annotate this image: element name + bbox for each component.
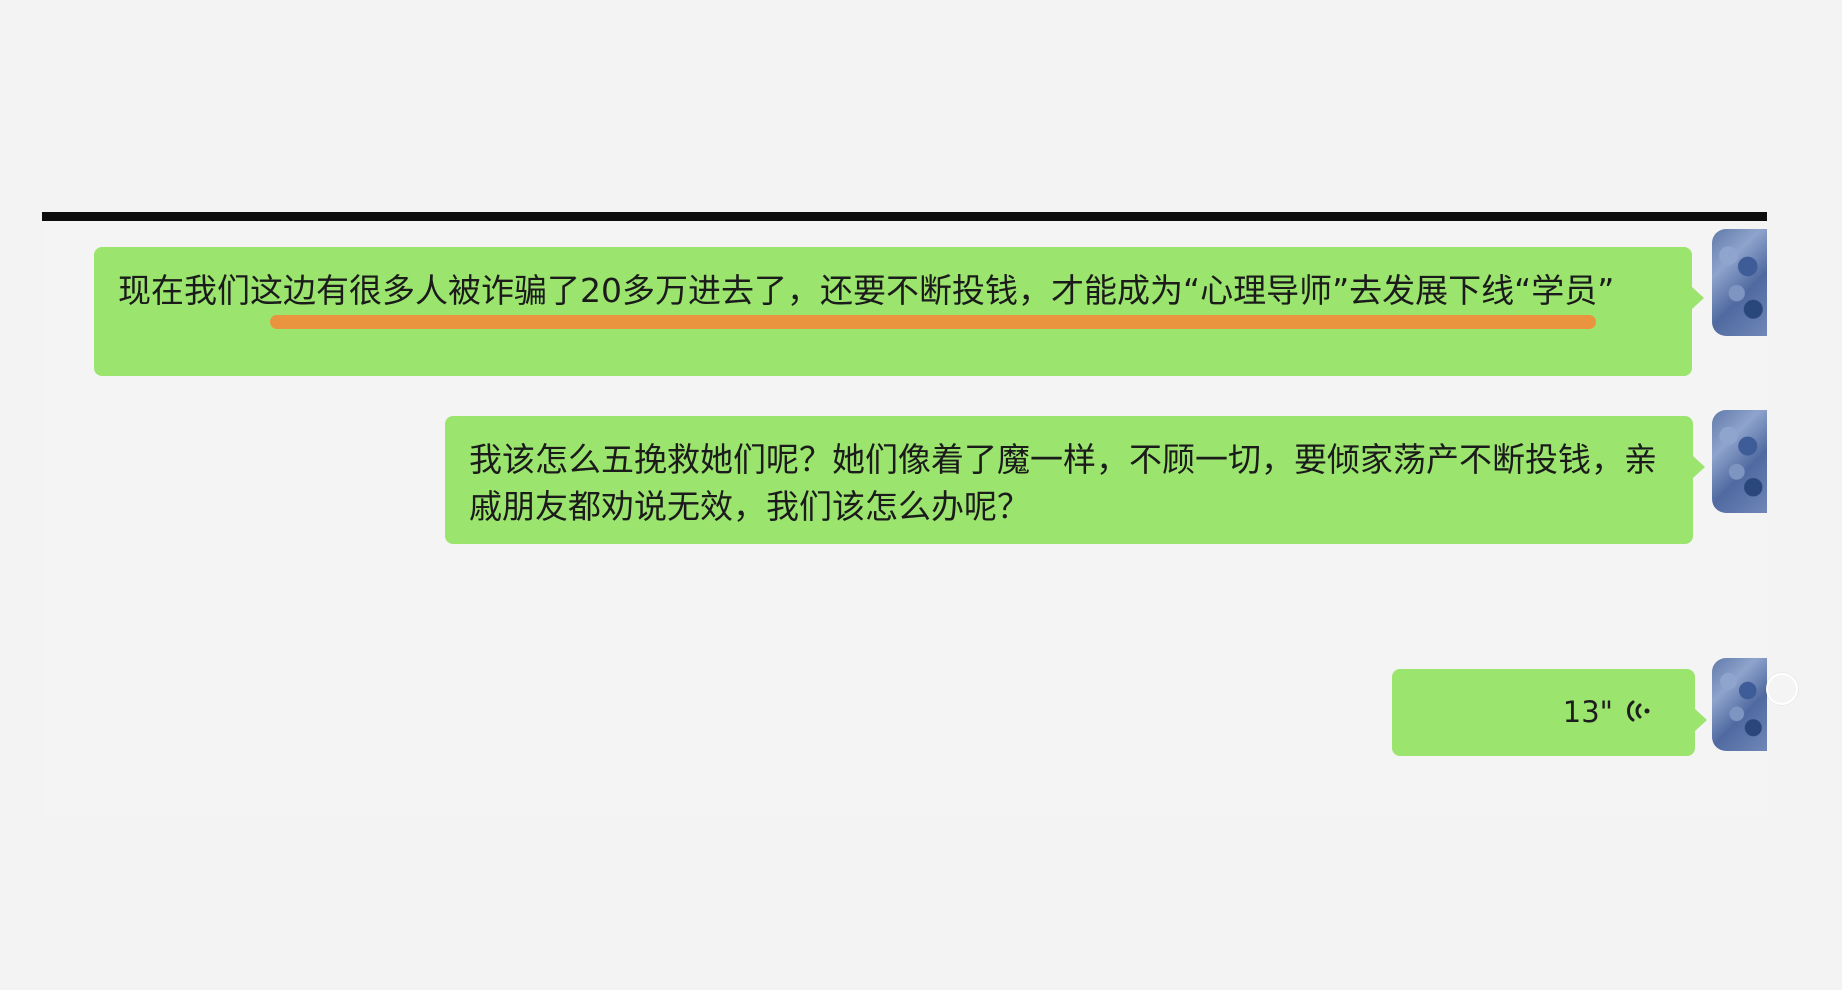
voice-duration: 13": [1562, 695, 1613, 729]
scroll-circle-icon[interactable]: [1766, 673, 1798, 705]
voice-wave-icon: [1627, 700, 1650, 722]
message-text: 现在我们这边有很多人被诈骗了20多万进去了，还要不断投钱，才能成为“心理导师”去…: [118, 271, 1615, 310]
avatar[interactable]: [1712, 229, 1767, 336]
avatar[interactable]: [1712, 410, 1767, 513]
message-bubble[interactable]: 现在我们这边有很多人被诈骗了20多万进去了，还要不断投钱，才能成为“心理导师”去…: [94, 247, 1704, 376]
avatar[interactable]: [1712, 658, 1767, 751]
message-bubble[interactable]: 我该怎么五挽救她们呢？她们像着了魔一样，不顾一切，要倾家荡产不断投钱，亲戚朋友都…: [445, 416, 1705, 544]
top-divider: [42, 212, 1767, 221]
voice-message-bubble[interactable]: 13": [1392, 669, 1707, 756]
message-text: 我该怎么五挽救她们呢？她们像着了魔一样，不顾一切，要倾家荡产不断投钱，亲戚朋友都…: [469, 440, 1657, 526]
highlight-underline: [270, 315, 1596, 329]
